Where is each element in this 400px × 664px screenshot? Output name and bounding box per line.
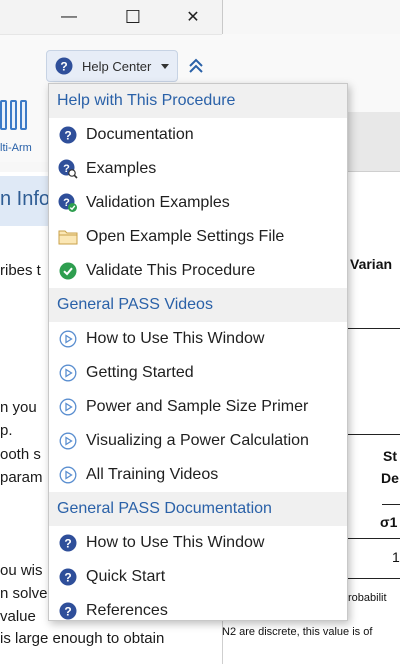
table-header-line1: St bbox=[383, 448, 397, 464]
menu-section-help-procedure: Help with This Procedure bbox=[49, 84, 347, 118]
help-search-icon: ? bbox=[58, 159, 78, 179]
menu-item-examples[interactable]: ? Examples bbox=[49, 152, 347, 186]
help-circle-icon: ? bbox=[55, 57, 73, 75]
menu-item-video-primer[interactable]: Power and Sample Size Primer bbox=[49, 390, 347, 424]
menu-item-video-all-training[interactable]: All Training Videos bbox=[49, 458, 347, 492]
help-circle-icon: ? bbox=[58, 125, 78, 145]
footnote-1: robabilit bbox=[348, 592, 387, 604]
minimize-icon: — bbox=[61, 8, 77, 25]
menu-item-references[interactable]: ? References bbox=[49, 594, 347, 620]
menu-item-doc-how-to-use[interactable]: ? How to Use This Window bbox=[49, 526, 347, 560]
footnote-2: N2 are discrete, this value is of bbox=[222, 626, 373, 638]
ribbon-label: lti-Arm bbox=[0, 142, 32, 154]
info-text-line: ou wis bbox=[0, 562, 43, 579]
check-circle-icon bbox=[58, 261, 78, 281]
app-window: — ☐ ✕ ? Help Center lti-Arm Varian St De… bbox=[0, 0, 400, 664]
svg-text:?: ? bbox=[64, 605, 71, 619]
maximize-icon: ☐ bbox=[124, 6, 142, 27]
help-circle-icon: ? bbox=[58, 533, 78, 553]
info-text-line: param bbox=[0, 469, 43, 486]
minimize-button[interactable]: — bbox=[46, 0, 92, 34]
table-value: 1 bbox=[392, 549, 400, 565]
menu-item-video-how-to-use[interactable]: How to Use This Window bbox=[49, 322, 347, 356]
sigma-label: σ1 bbox=[380, 514, 398, 530]
folder-icon bbox=[58, 227, 78, 247]
menu-item-quick-start[interactable]: ? Quick Start bbox=[49, 560, 347, 594]
help-center-menu: Help with This Procedure ? Documentation… bbox=[48, 83, 348, 621]
play-circle-icon bbox=[58, 363, 78, 383]
svg-text:?: ? bbox=[60, 60, 67, 74]
close-icon: ✕ bbox=[186, 9, 200, 26]
menu-item-video-getting-started[interactable]: Getting Started bbox=[49, 356, 347, 390]
info-text-line: p. bbox=[0, 422, 13, 439]
info-pane-title: n Info bbox=[0, 188, 51, 210]
title-bar: — ☐ ✕ bbox=[0, 0, 222, 34]
table-rule bbox=[382, 504, 400, 505]
table-header-line2: De bbox=[381, 470, 399, 486]
play-circle-icon bbox=[58, 397, 78, 417]
help-center-button[interactable]: ? Help Center bbox=[46, 50, 178, 82]
info-text-line: ooth s bbox=[0, 446, 41, 463]
chevron-down-icon bbox=[161, 64, 169, 69]
menu-item-validate-procedure[interactable]: Validate This Procedure bbox=[49, 254, 347, 288]
maximize-button[interactable]: ☐ bbox=[110, 0, 156, 34]
svg-text:?: ? bbox=[64, 129, 71, 143]
help-center-label: Help Center bbox=[82, 58, 152, 74]
ribbon-multi-arm[interactable]: lti-Arm bbox=[0, 92, 48, 162]
info-text-line: n you bbox=[0, 399, 37, 416]
info-text-line: value bbox=[0, 608, 36, 625]
column-header: Varian bbox=[350, 256, 393, 272]
menu-section-videos: General PASS Videos bbox=[49, 288, 347, 322]
menu-item-video-visualizing[interactable]: Visualizing a Power Calculation bbox=[49, 424, 347, 458]
info-text-line: is large enough to obtain bbox=[0, 630, 165, 647]
help-circle-icon: ? bbox=[58, 567, 78, 587]
play-circle-icon bbox=[58, 431, 78, 451]
collapse-ribbon-button[interactable] bbox=[184, 50, 208, 82]
info-text-line: ribes t bbox=[0, 262, 41, 279]
menu-section-documentation: General PASS Documentation bbox=[49, 492, 347, 526]
info-text-line: n solve bbox=[0, 585, 48, 602]
menu-item-validation-examples[interactable]: ? Validation Examples bbox=[49, 186, 347, 220]
svg-text:?: ? bbox=[64, 537, 71, 551]
play-circle-icon bbox=[58, 329, 78, 349]
svg-text:?: ? bbox=[64, 571, 71, 585]
menu-item-open-example-settings[interactable]: Open Example Settings File bbox=[49, 220, 347, 254]
multi-arm-icon bbox=[0, 100, 27, 130]
double-chevron-up-icon bbox=[189, 58, 203, 73]
close-button[interactable]: ✕ bbox=[170, 0, 216, 34]
help-check-icon: ? bbox=[58, 193, 78, 213]
help-circle-icon: ? bbox=[58, 601, 78, 620]
menu-item-documentation[interactable]: ? Documentation bbox=[49, 118, 347, 152]
play-circle-icon bbox=[58, 465, 78, 485]
